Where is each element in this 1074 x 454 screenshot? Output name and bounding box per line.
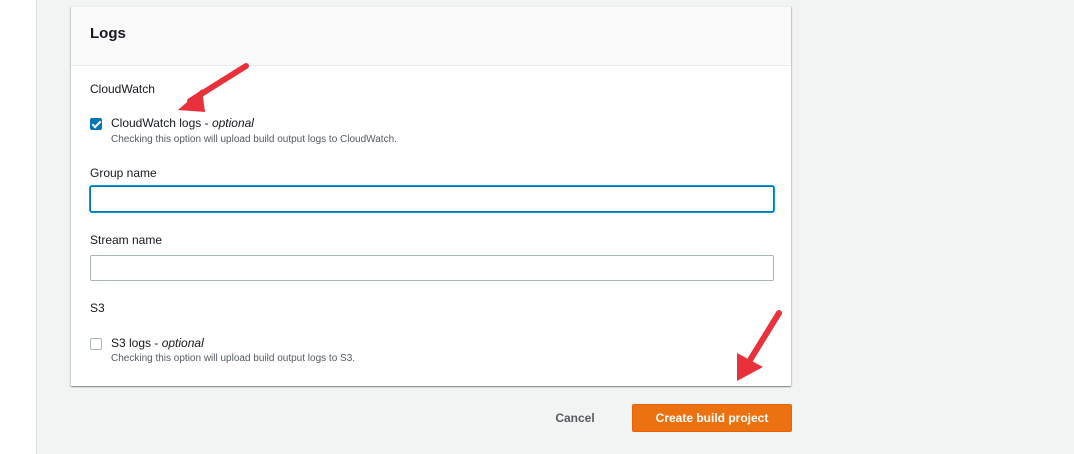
s3-logs-checkbox[interactable] — [90, 338, 102, 350]
cancel-button[interactable]: Cancel — [540, 405, 610, 431]
group-name-label: Group name — [90, 166, 157, 180]
stream-name-label: Stream name — [90, 233, 163, 247]
annotation-arrow-cloudwatch — [178, 63, 249, 112]
cloudwatch-logs-optional: optional — [211, 116, 254, 130]
s3-section-label: S3 — [90, 301, 105, 315]
s3-logs-optional: optional — [161, 336, 204, 350]
annotation-arrow-create — [737, 310, 782, 381]
cloudwatch-logs-checkbox[interactable] — [90, 118, 102, 130]
s3-logs-description: Checking this option will upload build o… — [111, 353, 356, 364]
stream-name-input[interactable] — [90, 255, 774, 281]
s3-logs-label-text: S3 logs - — [111, 336, 162, 350]
cloudwatch-logs-label[interactable]: CloudWatch logs - optional — [111, 116, 254, 130]
panel-title: Logs — [90, 25, 126, 42]
s3-logs-label[interactable]: S3 logs - optional — [111, 336, 204, 350]
cloudwatch-section-label: CloudWatch — [90, 82, 155, 96]
cloudwatch-logs-description: Checking this option will upload build o… — [111, 134, 397, 145]
cloudwatch-logs-label-text: CloudWatch logs - — [111, 116, 212, 130]
create-build-project-button[interactable]: Create build project — [632, 404, 792, 432]
left-margin — [0, 0, 37, 454]
group-name-input[interactable] — [90, 186, 774, 212]
